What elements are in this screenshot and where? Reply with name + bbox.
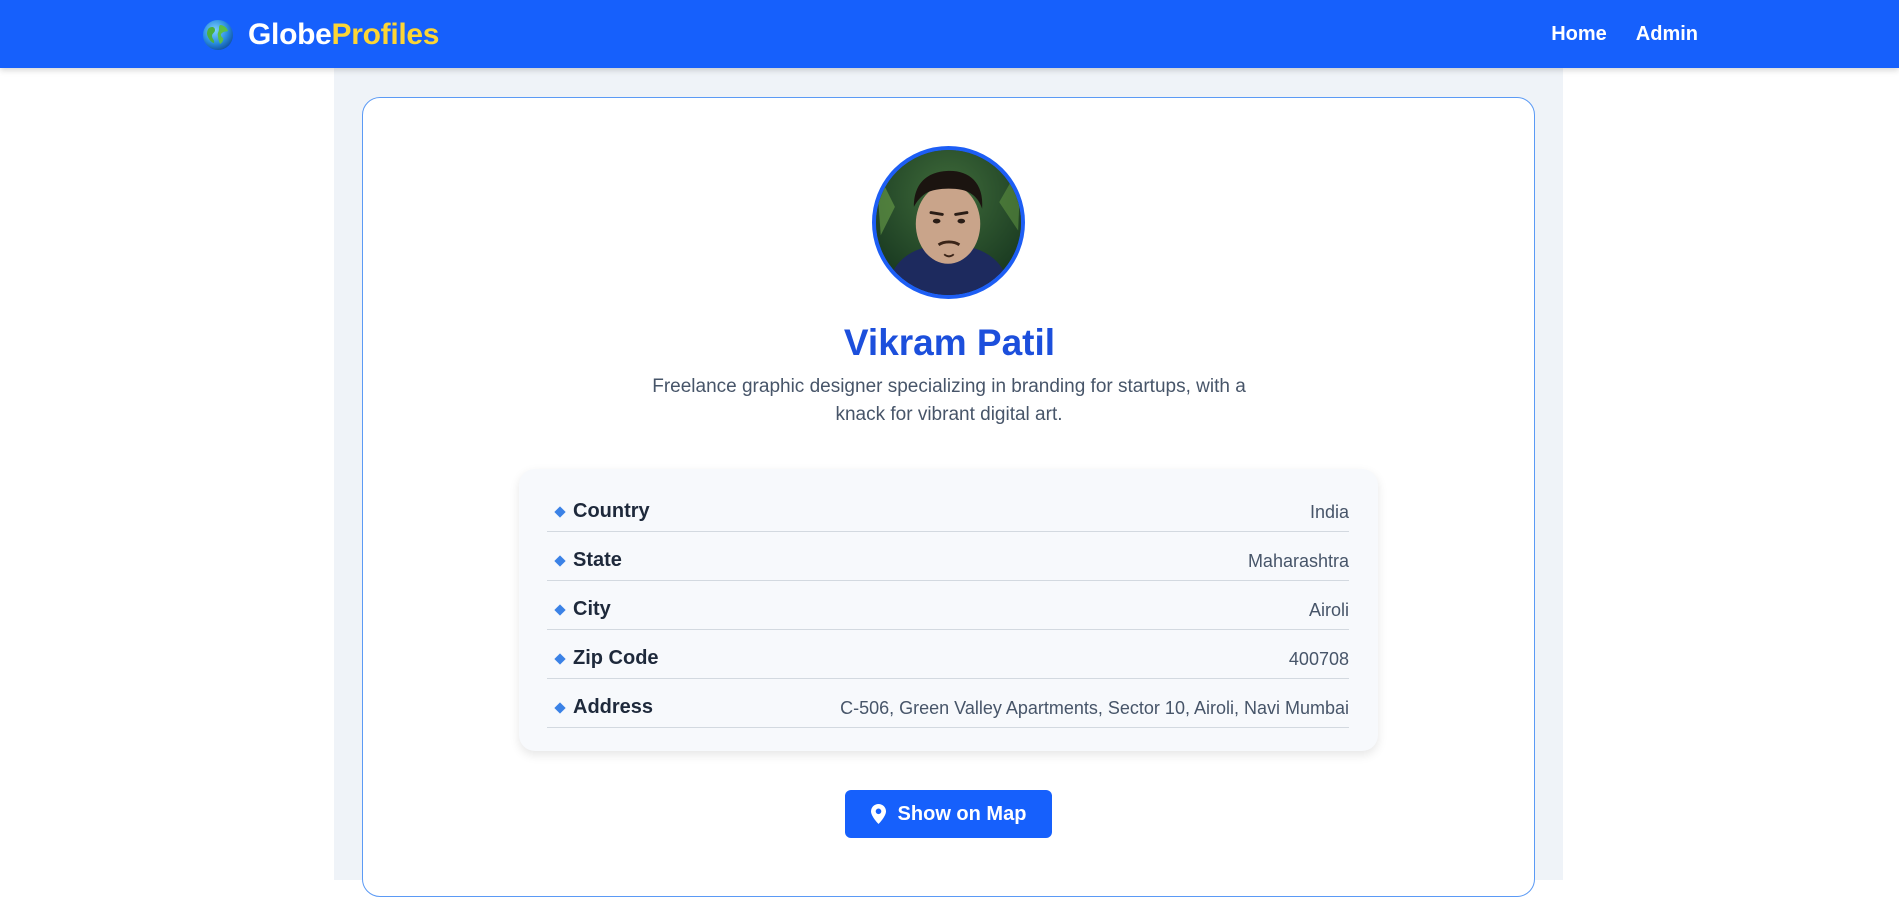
detail-row-zip-code: Zip Code 400708 bbox=[547, 630, 1349, 679]
detail-label: Address bbox=[573, 696, 654, 718]
navbar: GlobeProfiles Home Admin bbox=[0, 0, 1899, 68]
detail-label: Country bbox=[573, 500, 650, 522]
diamond-bullet-icon bbox=[554, 506, 566, 518]
detail-label: State bbox=[573, 549, 622, 571]
diamond-bullet-icon bbox=[554, 555, 566, 567]
detail-row-city: City Airoli bbox=[547, 581, 1349, 630]
detail-value: Maharashtra bbox=[1247, 551, 1349, 571]
profile-bio: Freelance graphic designer specializing … bbox=[652, 376, 1246, 425]
detail-label: Zip Code bbox=[573, 647, 659, 669]
avatar-photo bbox=[876, 150, 1021, 295]
brand-name: GlobeProfiles bbox=[248, 18, 439, 52]
detail-row-country: Country India bbox=[547, 483, 1349, 532]
detail-row-address: Address C-506, Green Valley Apartments, … bbox=[547, 679, 1349, 728]
detail-value: Airoli bbox=[1308, 600, 1349, 620]
map-pin-icon bbox=[870, 804, 886, 824]
nav-link-admin[interactable]: Admin bbox=[1636, 23, 1698, 46]
nav-links: Home Admin bbox=[1522, 0, 1698, 68]
details-panel: Country India State Maharashtra City Air… bbox=[519, 469, 1378, 751]
brand-name-part1: Globe bbox=[248, 18, 332, 51]
brand-logo-link[interactable]: GlobeProfiles bbox=[202, 16, 439, 54]
profile-name: Vikram Patil bbox=[843, 322, 1056, 363]
brand-name-part2: Profiles bbox=[331, 18, 440, 51]
detail-value: C-506, Green Valley Apartments, Sector 1… bbox=[840, 698, 1349, 718]
show-on-map-button[interactable]: Show on Map bbox=[845, 790, 1052, 838]
detail-value: India bbox=[1309, 502, 1349, 522]
nav-link-home[interactable]: Home bbox=[1551, 23, 1607, 46]
detail-label: City bbox=[573, 598, 611, 620]
diamond-bullet-icon bbox=[554, 653, 566, 665]
detail-value: 400708 bbox=[1288, 649, 1349, 669]
globe-icon bbox=[203, 20, 233, 50]
diamond-bullet-icon bbox=[554, 604, 566, 616]
avatar bbox=[872, 146, 1025, 299]
show-on-map-label: Show on Map bbox=[897, 802, 1027, 825]
diamond-bullet-icon bbox=[554, 702, 566, 714]
detail-row-state: State Maharashtra bbox=[547, 532, 1349, 581]
